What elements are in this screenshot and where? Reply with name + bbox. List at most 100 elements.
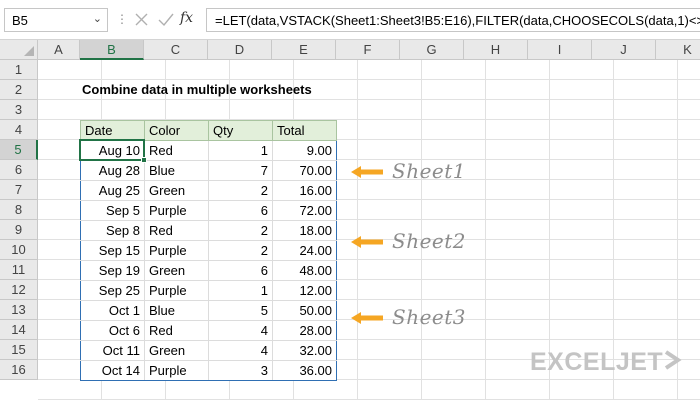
row-header-6[interactable]: 6 [0, 160, 38, 180]
cell-total[interactable]: 9.00 [272, 140, 337, 161]
cell-color[interactable]: Blue [144, 160, 209, 181]
logo-text: EXCELJET [530, 348, 663, 376]
cell-total[interactable]: 36.00 [272, 360, 337, 381]
cell-qty[interactable]: 1 [208, 280, 273, 301]
name-box[interactable]: B5 ⌄ [4, 8, 108, 32]
cell-qty[interactable]: 2 [208, 180, 273, 201]
cell-total[interactable]: 32.00 [272, 340, 337, 361]
header-color[interactable]: Color [144, 120, 209, 141]
cell-date[interactable]: Sep 8 [80, 220, 145, 241]
column-header-b[interactable]: B [80, 40, 144, 60]
cell-qty[interactable]: 4 [208, 320, 273, 341]
table-row: Sep 19 Green 6 48.00 [80, 260, 337, 281]
cell-color[interactable]: Red [144, 140, 209, 161]
column-header-h[interactable]: H [464, 40, 528, 60]
cell-qty[interactable]: 5 [208, 300, 273, 321]
row-header-9[interactable]: 9 [0, 220, 38, 240]
row-header-14[interactable]: 14 [0, 320, 38, 340]
cell-total[interactable]: 50.00 [272, 300, 337, 321]
row-header-16[interactable]: 16 [0, 360, 38, 380]
cell-total[interactable]: 72.00 [272, 200, 337, 221]
cell-total[interactable]: 12.00 [272, 280, 337, 301]
column-header-a[interactable]: A [38, 40, 80, 60]
cell-color[interactable]: Blue [144, 300, 209, 321]
cell-date[interactable]: Oct 14 [80, 360, 145, 381]
cell-qty[interactable]: 6 [208, 260, 273, 281]
cell-qty[interactable]: 2 [208, 220, 273, 241]
row-header-4[interactable]: 4 [0, 120, 38, 140]
table-row: Aug 28 Blue 7 70.00 [80, 160, 337, 181]
cell-date[interactable]: Oct 1 [80, 300, 145, 321]
cell-qty[interactable]: 7 [208, 160, 273, 181]
cell-qty[interactable]: 3 [208, 360, 273, 381]
cell-color[interactable]: Purple [144, 200, 209, 221]
cell-total[interactable]: 70.00 [272, 160, 337, 181]
row-header-10[interactable]: 10 [0, 240, 38, 260]
column-header-c[interactable]: C [144, 40, 208, 60]
cell-date[interactable]: Aug 28 [80, 160, 145, 181]
cell-color[interactable]: Red [144, 220, 209, 241]
annotation-sheet1: Sheet1 [392, 159, 467, 183]
column-header-g[interactable]: G [400, 40, 464, 60]
row-header-5[interactable]: 5 [0, 140, 38, 160]
row-header-12[interactable]: 12 [0, 280, 38, 300]
cell-date[interactable]: Sep 5 [80, 200, 145, 221]
cell-total[interactable]: 16.00 [272, 180, 337, 201]
row-header-3[interactable]: 3 [0, 100, 38, 120]
column-header-f[interactable]: F [336, 40, 400, 60]
cell-date[interactable]: Sep 15 [80, 240, 145, 261]
select-all-button[interactable] [0, 40, 38, 60]
chevron-down-icon[interactable]: ⌄ [93, 12, 102, 25]
enter-check-icon[interactable] [156, 10, 176, 30]
cell-qty[interactable]: 6 [208, 200, 273, 221]
table-row: Aug 25 Green 2 16.00 [80, 180, 337, 201]
cell-color[interactable]: Green [144, 340, 209, 361]
cell-qty[interactable]: 2 [208, 240, 273, 261]
formula-bar: B5 ⌄ ⋮ fx =LET(data,VSTACK(Sheet1:Sheet3… [0, 0, 700, 40]
cell-color[interactable]: Purple [144, 280, 209, 301]
cell-color[interactable]: Green [144, 180, 209, 201]
grip-icon: ⋮ [116, 12, 128, 26]
header-qty[interactable]: Qty [208, 120, 273, 141]
row-header-8[interactable]: 8 [0, 200, 38, 220]
row-header-15[interactable]: 15 [0, 340, 38, 360]
column-header-j[interactable]: J [592, 40, 656, 60]
formula-text: =LET(data,VSTACK(Sheet1:Sheet3!B5:E16),F… [215, 13, 700, 28]
formula-input[interactable]: =LET(data,VSTACK(Sheet1:Sheet3!B5:E16),F… [206, 8, 700, 32]
table-row: Sep 15 Purple 2 24.00 [80, 240, 337, 261]
cancel-icon[interactable] [132, 10, 152, 30]
cell-color[interactable]: Purple [144, 240, 209, 261]
cell-date[interactable]: Oct 6 [80, 320, 145, 341]
cell-color[interactable]: Red [144, 320, 209, 341]
cell-color[interactable]: Purple [144, 360, 209, 381]
cell-date[interactable]: Aug 25 [80, 180, 145, 201]
cell-date[interactable]: Sep 25 [80, 280, 145, 301]
cell-qty[interactable]: 1 [208, 140, 273, 161]
row-header-11[interactable]: 11 [0, 260, 38, 280]
cell-total[interactable]: 48.00 [272, 260, 337, 281]
cell-date[interactable]: Aug 10 [80, 140, 145, 161]
row-header-13[interactable]: 13 [0, 300, 38, 320]
table-row: Oct 14 Purple 3 36.00 [80, 360, 337, 381]
column-header-d[interactable]: D [208, 40, 272, 60]
row-header-2[interactable]: 2 [0, 80, 38, 100]
insert-function-button[interactable]: fx [180, 10, 193, 26]
row-header-1[interactable]: 1 [0, 60, 38, 80]
header-total[interactable]: Total [272, 120, 337, 141]
row-header-7[interactable]: 7 [0, 180, 38, 200]
table-row: Sep 25 Purple 1 12.00 [80, 280, 337, 301]
cell-total[interactable]: 28.00 [272, 320, 337, 341]
column-header-e[interactable]: E [272, 40, 336, 60]
table-row: Aug 10 Red 1 9.00 [80, 140, 337, 161]
cell-color[interactable]: Green [144, 260, 209, 281]
table-header-row: Date Color Qty Total [80, 120, 337, 141]
cell-date[interactable]: Oct 11 [80, 340, 145, 361]
cell-qty[interactable]: 4 [208, 340, 273, 361]
cell-total[interactable]: 18.00 [272, 220, 337, 241]
column-header-i[interactable]: I [528, 40, 592, 60]
sheet-title: Combine data in multiple worksheets [82, 82, 312, 97]
header-date[interactable]: Date [80, 120, 145, 141]
cell-date[interactable]: Sep 19 [80, 260, 145, 281]
column-header-k[interactable]: K [656, 40, 700, 60]
cell-total[interactable]: 24.00 [272, 240, 337, 261]
